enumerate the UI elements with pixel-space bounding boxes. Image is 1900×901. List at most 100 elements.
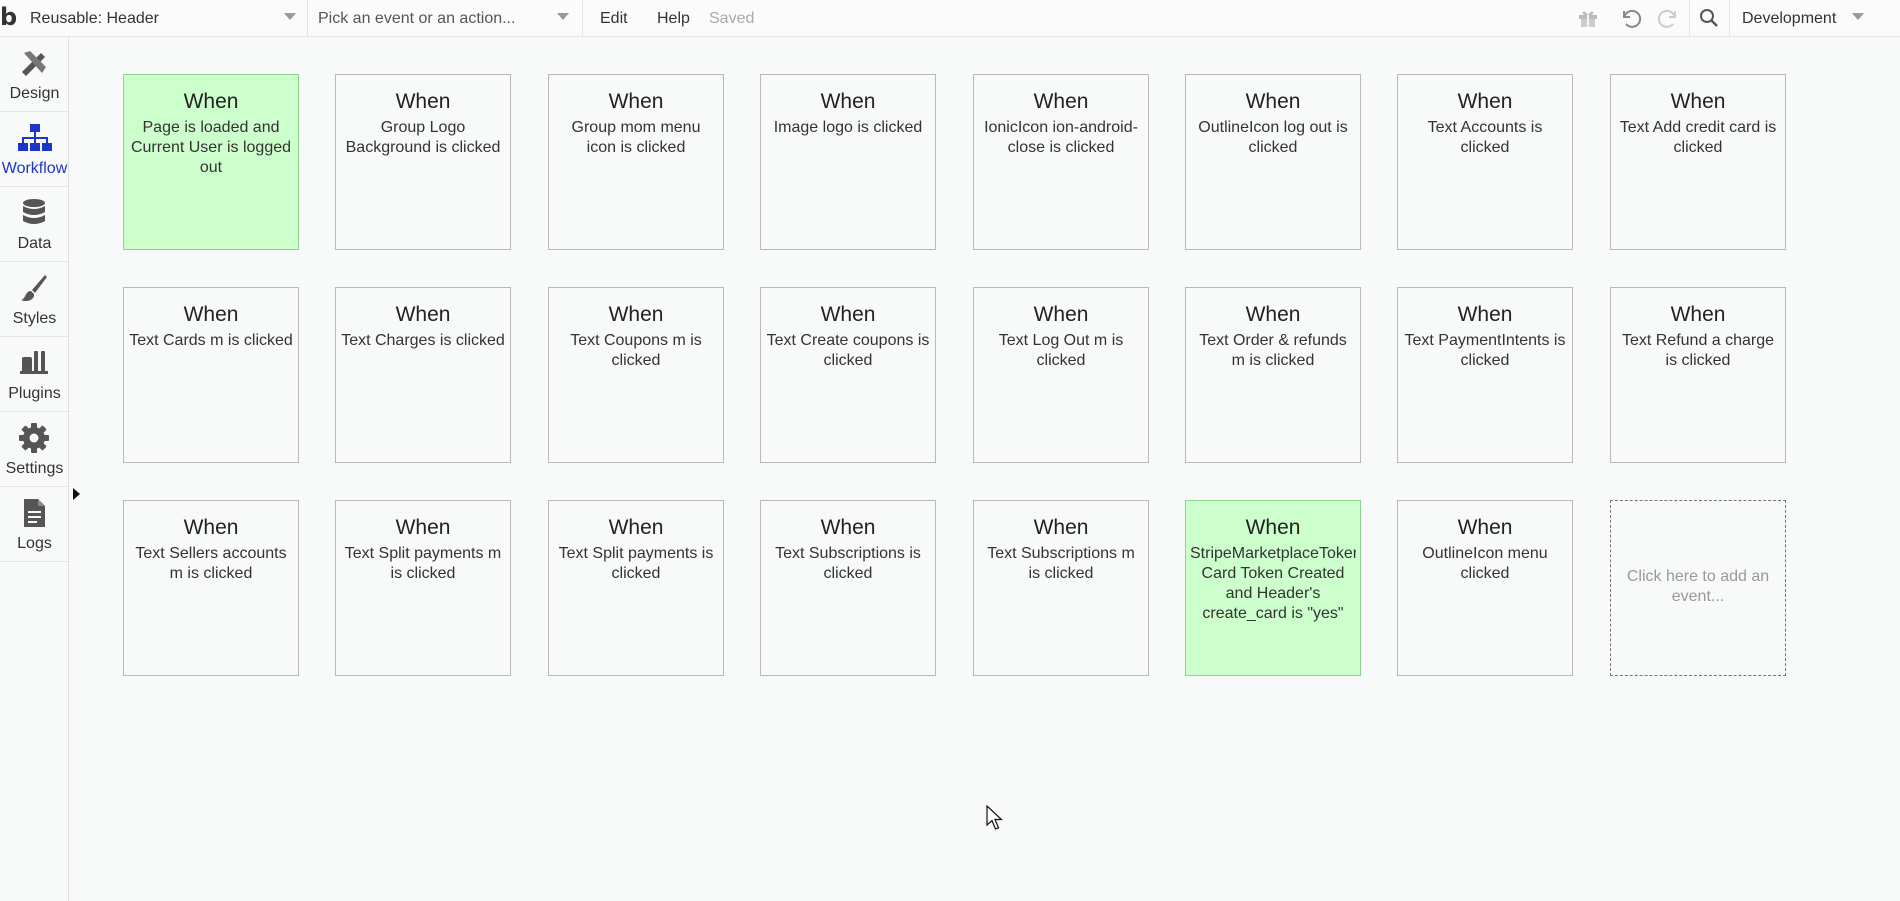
chevron-down-icon (557, 13, 569, 20)
event-card[interactable]: When Group Logo Background is clicked (335, 74, 511, 250)
event-description: Text Subscriptions m is clicked (987, 545, 1135, 582)
undo-icon[interactable] (1618, 6, 1642, 30)
design-icon (22, 51, 46, 76)
event-card[interactable]: When IonicIcon ion-android- close is clic… (973, 74, 1149, 250)
event-when-label: When (1457, 516, 1513, 539)
event-when-label: When (1033, 90, 1089, 113)
event-description: Text Split payments m is clicked (344, 545, 502, 582)
save-status: Saved (709, 9, 755, 27)
sidebar-item-styles[interactable]: Styles (0, 262, 69, 337)
event-description: OutlineIcon log out is clicked (1198, 119, 1348, 156)
event-description: Text Cards m is clicked (129, 332, 293, 349)
top-bar: b Reusable: Header Pick an event or an a… (0, 0, 1900, 37)
menu-edit[interactable]: Edit (600, 0, 628, 37)
event-when-label: When (1245, 90, 1301, 113)
event-when-label: When (1033, 516, 1089, 539)
event-when-label: When (608, 303, 664, 326)
event-card[interactable]: When Text Add credit card is clicked (1610, 74, 1786, 250)
menu-help[interactable]: Help (657, 0, 690, 37)
event-when-label: When (1245, 303, 1301, 326)
event-description: Text Charges is clicked (341, 332, 505, 349)
sidebar-item-label: Styles (12, 310, 57, 327)
event-card[interactable]: When Text Charges is clicked (335, 287, 511, 463)
sidebar-item-label: Workflow (1, 160, 68, 177)
search-icon[interactable] (1697, 6, 1721, 30)
left-sidebar: Design Workflow Data Styles Plugins Sett… (0, 37, 69, 901)
event-card[interactable]: When Text Log Out m is clicked (973, 287, 1149, 463)
event-card[interactable]: When Text Cards m is clicked (123, 287, 299, 463)
event-card[interactable]: When Text Accounts is clicked (1397, 74, 1573, 250)
expand-panel-arrow-icon[interactable] (73, 488, 80, 500)
event-description: Group mom menu icon is clicked (571, 119, 701, 156)
event-when-label: When (395, 90, 451, 113)
add-event-button[interactable]: Click here to add an event... (1610, 500, 1786, 676)
event-card[interactable]: When Text Subscriptions is clicked (760, 500, 936, 676)
event-description: Text Split payments is clicked (558, 545, 714, 582)
event-when-label: When (1245, 516, 1301, 539)
event-description: StripeMarketplaceToker Card Token Create… (1190, 545, 1356, 622)
page-selector[interactable]: Reusable: Header (30, 0, 305, 37)
event-card[interactable]: When Text Create coupons is clicked (760, 287, 936, 463)
page-selector-value: Reusable: Header (30, 9, 159, 27)
event-card[interactable]: When Text Sellers accounts m is clicked (123, 500, 299, 676)
event-when-label: When (608, 90, 664, 113)
event-when-label: When (1457, 90, 1513, 113)
sidebar-item-settings[interactable]: Settings (0, 412, 69, 487)
event-when-label: When (1033, 303, 1089, 326)
event-card[interactable]: When Text Split payments is clicked (548, 500, 724, 676)
event-when-label: When (820, 90, 876, 113)
event-card[interactable]: When Image logo is clicked (760, 74, 936, 250)
event-description: Page is loaded and Current User is logge… (130, 119, 292, 176)
event-when-label: When (395, 303, 451, 326)
event-card[interactable]: When OutlineIcon menu clicked (1397, 500, 1573, 676)
event-card[interactable]: When Text PaymentIntents is clicked (1397, 287, 1573, 463)
divider (582, 0, 583, 37)
event-when-label: When (183, 90, 239, 113)
event-description: Text Sellers accounts m is clicked (135, 545, 287, 582)
environment-selector[interactable]: Development (1742, 0, 1864, 37)
event-when-label: When (183, 303, 239, 326)
sidebar-item-label: Plugins (8, 385, 61, 402)
event-card[interactable]: When Text Split payments m is clicked (335, 500, 511, 676)
sidebar-item-data[interactable]: Data (0, 187, 69, 262)
sidebar-item-label: Logs (17, 535, 52, 552)
event-card[interactable]: When Text Refund a charge is clicked (1610, 287, 1786, 463)
event-description: IonicIcon ion-android- close is clicked (984, 119, 1138, 156)
environment-value: Development (1742, 9, 1837, 27)
event-card[interactable]: When Text Order & refunds m is clicked (1185, 287, 1361, 463)
database-icon (23, 199, 45, 224)
event-when-label: When (820, 516, 876, 539)
document-icon (24, 499, 45, 527)
event-description: Text Subscriptions is clicked (775, 545, 921, 582)
workflow-icon (18, 124, 52, 151)
event-card[interactable]: When Text Coupons m is clicked (548, 287, 724, 463)
event-description: Text Order & refunds m is clicked (1199, 332, 1347, 369)
sidebar-item-workflow[interactable]: Workflow (0, 112, 69, 187)
chevron-down-icon (1852, 13, 1864, 20)
chevron-down-icon (284, 13, 296, 20)
event-description: Text Add credit card is clicked (1619, 119, 1777, 156)
event-when-label: When (1670, 303, 1726, 326)
event-card[interactable]: When Page is loaded and Current User is l… (123, 74, 299, 250)
gift-icon[interactable] (1576, 6, 1600, 30)
event-when-label: When (608, 516, 664, 539)
event-card[interactable]: When StripeMarketplaceToker Card Token Cr… (1185, 500, 1361, 676)
bubble-logo[interactable]: b (0, 4, 22, 30)
brush-icon (21, 275, 47, 302)
sidebar-item-design[interactable]: Design (0, 37, 69, 112)
event-description: Group Logo Background is clicked (345, 119, 501, 156)
sidebar-item-label: Settings (5, 460, 64, 477)
event-card[interactable]: When OutlineIcon log out is clicked (1185, 74, 1361, 250)
sidebar-item-logs[interactable]: Logs (0, 487, 69, 562)
event-when-label: When (820, 303, 876, 326)
event-action-picker[interactable]: Pick an event or an action... (318, 0, 580, 37)
event-card[interactable]: When Group mom menu icon is clicked (548, 74, 724, 250)
event-description: Image logo is clicked (773, 119, 923, 136)
event-description: Text PaymentIntents is clicked (1404, 332, 1566, 369)
event-when-label: When (1670, 90, 1726, 113)
event-when-label: When (1457, 303, 1513, 326)
event-card[interactable]: When Text Subscriptions m is clicked (973, 500, 1149, 676)
redo-icon[interactable] (1657, 6, 1681, 30)
sidebar-item-plugins[interactable]: Plugins (0, 337, 69, 412)
plug-icon (20, 351, 48, 374)
